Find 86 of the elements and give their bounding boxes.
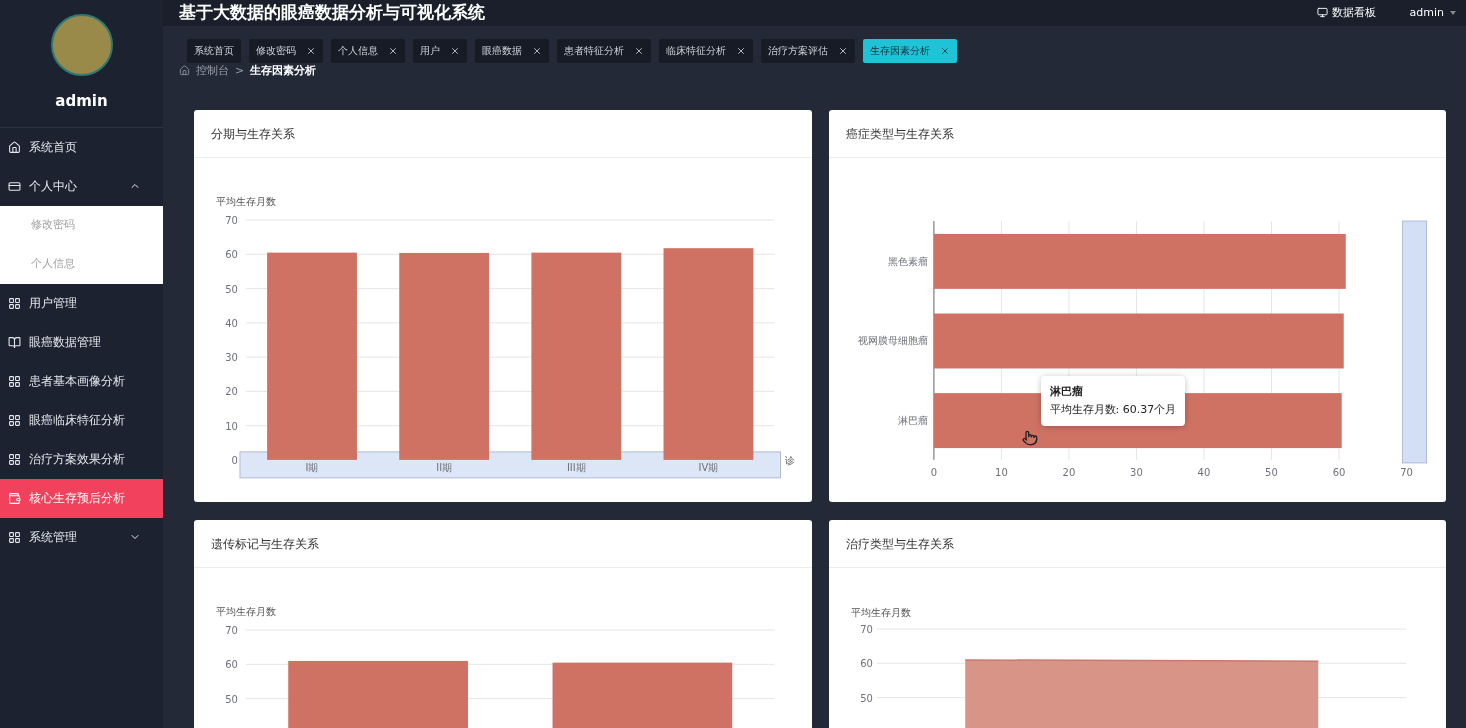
book-icon — [8, 335, 21, 349]
card-icon — [8, 179, 21, 193]
breadcrumb-item[interactable]: 生存因素分析 — [250, 62, 317, 79]
caret-icon — [1450, 10, 1456, 15]
grid-icon — [8, 413, 21, 427]
menu-item[interactable]: 个人中心 — [0, 166, 163, 206]
breadcrumb-separator: > — [235, 62, 245, 79]
category-label: II期 — [436, 461, 453, 473]
category-label: I期 — [305, 461, 319, 473]
close-icon[interactable] — [940, 45, 950, 56]
tick-label: 70 — [225, 215, 238, 227]
monitor-icon — [1316, 7, 1328, 19]
card-title: 癌症类型与生存关系 — [845, 125, 954, 143]
tick-label: 10 — [225, 420, 238, 432]
menu-item[interactable]: 治疗方案效果分析 — [0, 439, 163, 479]
tab[interactable]: 眼癌数据 — [475, 38, 549, 63]
tick-label: 70 — [1399, 466, 1413, 478]
close-icon[interactable] — [634, 45, 644, 56]
category-label: 视网膜母细胞瘤 — [857, 335, 928, 347]
menu-item[interactable]: 患者基本画像分析 — [0, 361, 163, 401]
grid-icon — [8, 452, 21, 466]
tick-label: 70 — [859, 624, 873, 636]
close-icon[interactable] — [388, 45, 398, 56]
card-title: 分期与生存关系 — [211, 125, 295, 143]
tick-label: 70 — [225, 625, 238, 637]
axis-title: 诊 — [784, 454, 795, 466]
menu-item[interactable]: 用户管理 — [0, 283, 163, 323]
hand-cursor-icon — [1021, 430, 1038, 446]
user-name: admin — [55, 91, 108, 112]
category-label: III期 — [566, 461, 586, 473]
category-label: 淋巴瘤 — [897, 415, 928, 427]
tab[interactable]: 治疗方案评估 — [761, 38, 855, 63]
tab[interactable]: 临床特征分析 — [659, 38, 753, 63]
close-icon[interactable] — [532, 45, 542, 56]
tick-label: 0 — [930, 466, 937, 478]
axis-title: 平均生存月数 — [216, 606, 276, 618]
close-icon[interactable] — [736, 45, 746, 56]
tick-label: 0 — [231, 454, 238, 466]
tab[interactable]: 生存因素分析 — [863, 38, 957, 63]
card-title: 治疗类型与生存关系 — [845, 535, 954, 553]
tick-label: 20 — [1062, 466, 1075, 478]
tab[interactable]: 个人信息 — [331, 38, 405, 63]
home-icon — [8, 140, 21, 154]
tick-label: 20 — [225, 386, 238, 398]
tick-label: 50 — [1264, 466, 1278, 478]
category-label: IV期 — [698, 461, 719, 473]
tick-label: 60 — [225, 249, 238, 261]
home-icon — [179, 65, 190, 77]
tick-label: 10 — [994, 466, 1008, 478]
tick-label: 40 — [225, 317, 238, 329]
tick-label: 50 — [225, 693, 238, 705]
tick-label: 40 — [1197, 466, 1210, 478]
close-icon[interactable] — [838, 45, 848, 56]
zoom-slider[interactable] — [1401, 220, 1427, 464]
app-title: 基于大数据的眼癌数据分析与可视化系统 — [179, 1, 486, 24]
tab[interactable]: 系统首页 — [187, 38, 241, 63]
tooltip-text: 平均生存月数: 60.37个月 — [1049, 402, 1177, 418]
tooltip-title: 淋巴瘤 — [1049, 384, 1084, 400]
tick-label: 60 — [225, 659, 238, 671]
axis-title: 平均生存月数 — [216, 196, 276, 208]
card-title: 遗传标记与生存关系 — [211, 535, 319, 553]
dashboard-link[interactable]: 数据看板 — [1316, 4, 1376, 21]
close-icon[interactable] — [306, 45, 316, 56]
menu-item[interactable]: 核心生存预后分析 — [0, 478, 163, 518]
user-menu[interactable]: admin — [1409, 4, 1456, 21]
grid-icon — [8, 530, 21, 544]
tab[interactable]: 患者特征分析 — [557, 38, 651, 63]
tab[interactable]: 修改密码 — [249, 38, 323, 63]
tab[interactable]: 用户 — [413, 38, 467, 63]
tick-label: 30 — [1129, 466, 1143, 478]
tick-label: 30 — [225, 352, 238, 364]
category-label: 黑色素瘤 — [887, 255, 928, 267]
menu-item[interactable]: 眼癌临床特征分析 — [0, 400, 163, 440]
menu-item[interactable]: 系统首页 — [0, 127, 163, 167]
tick-label: 60 — [859, 658, 873, 670]
menu-item[interactable]: 系统管理 — [0, 517, 163, 557]
tick-label: 50 — [225, 283, 238, 295]
close-icon[interactable] — [450, 45, 460, 56]
tick-label: 50 — [859, 692, 873, 704]
grid-icon — [8, 296, 21, 310]
grid-icon — [8, 374, 21, 388]
wallet-icon — [8, 491, 21, 505]
menu-item[interactable]: 眼癌数据管理 — [0, 322, 163, 362]
axis-title: 平均生存月数 — [850, 607, 911, 619]
tick-label: 60 — [1332, 466, 1345, 478]
breadcrumb-item[interactable]: 控制台 — [196, 62, 229, 79]
